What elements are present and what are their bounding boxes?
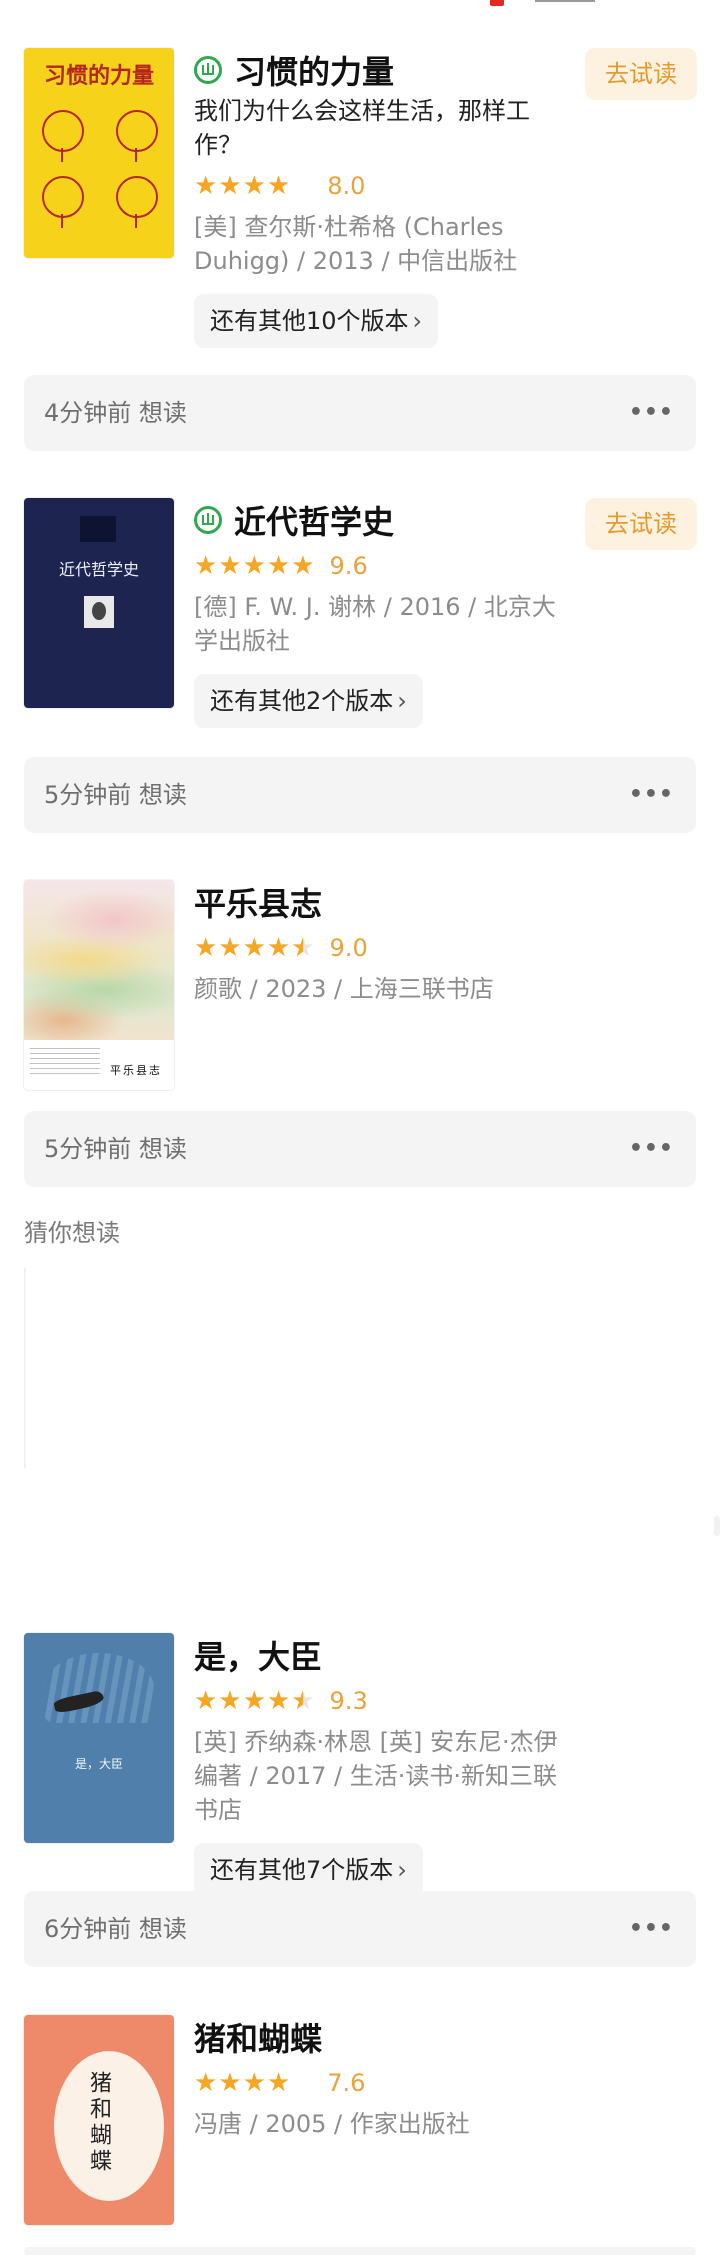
wheel-icon	[42, 176, 84, 228]
more-options-icon[interactable]: •••	[629, 1111, 674, 1187]
book-cover[interactable]: 猪和蝴蝶	[24, 2015, 174, 2225]
status-text: 6分钟前 想读	[44, 1915, 187, 1943]
rating-score: 9.0	[329, 934, 368, 962]
chevron-right-icon: ›	[412, 307, 423, 335]
status-text: 5分钟前 想读	[44, 781, 187, 809]
rating-score: 7.6	[327, 2069, 366, 2097]
rating-score: 9.3	[329, 1687, 368, 1715]
ebook-icon	[194, 56, 222, 84]
brand-mark-icon	[490, 0, 504, 6]
portrait-image	[84, 596, 114, 628]
header-fragment	[535, 0, 595, 2]
book-meta: 颜歌 / 2023 / 上海三联书店	[194, 975, 494, 1003]
book-meta: [德] F. W. J. 谢林 / 2016 / 北京大学出版社	[194, 593, 556, 655]
cover-artwork	[44, 1653, 154, 1723]
status-bar: 4分钟前 想读 •••	[24, 375, 696, 451]
section-heading: 猜你想读	[24, 1219, 120, 1247]
other-versions-button[interactable]: 还有其他7个版本 ›	[194, 1843, 423, 1897]
status-bar: 5分钟前 想读 •••	[24, 1111, 696, 1187]
status-text: 4分钟前 想读	[44, 399, 187, 427]
status-bar: 6分钟前 想读 •••	[24, 1891, 696, 1967]
carousel-edge	[24, 1268, 30, 1468]
cover-emblem	[80, 516, 116, 542]
book-cover[interactable]: 近代哲学史	[24, 498, 174, 708]
more-options-icon[interactable]: •••	[629, 1891, 674, 1967]
book-title[interactable]: 是，大臣	[194, 1632, 322, 1678]
carousel-edge	[714, 1516, 720, 1536]
book-cover[interactable]: 是，大臣	[24, 1633, 174, 1843]
rating-stars: ★★★★	[194, 2068, 292, 2098]
rating-score: 9.6	[329, 552, 368, 580]
cover-title: 习惯的力量	[43, 63, 154, 89]
wheel-icon	[116, 176, 158, 228]
cover-title: 近代哲学史	[58, 560, 139, 579]
ebook-icon	[194, 506, 222, 534]
cover-title: 平乐县志	[110, 1064, 162, 1077]
versions-label: 还有其他7个版本	[210, 1856, 394, 1884]
cover-title: 是，大臣	[74, 1757, 123, 1771]
versions-label: 还有其他2个版本	[210, 687, 394, 715]
other-versions-button[interactable]: 还有其他2个版本 ›	[194, 674, 423, 728]
wheel-icon	[116, 110, 158, 162]
status-bar: 5分钟前 想读 •••	[24, 757, 696, 833]
book-cover[interactable]: 平乐县志	[24, 880, 174, 1090]
other-versions-button[interactable]: 还有其他10个版本 ›	[194, 294, 439, 348]
top-bar-partial	[0, 0, 720, 10]
book-meta: [英] 乔纳森·林恩 [英] 安东尼·杰伊 编著 / 2017 / 生活·读书·…	[194, 1728, 558, 1824]
cover-text-lines	[30, 1048, 100, 1078]
more-options-icon[interactable]: •••	[629, 757, 674, 833]
book-cover[interactable]: 习惯的力量	[24, 48, 174, 258]
wheel-icon	[42, 110, 84, 162]
rating-stars: ★★★★	[194, 171, 292, 201]
cover-artwork	[24, 880, 174, 1040]
chevron-right-icon: ›	[397, 1856, 407, 1884]
rating-stars: ★★★★★	[194, 551, 316, 581]
rating-stars: ★★★★★	[194, 1686, 316, 1716]
book-title[interactable]: 平乐县志	[194, 879, 322, 925]
more-options-icon[interactable]: •••	[629, 375, 674, 451]
cover-title: 猪和蝴蝶	[86, 2071, 111, 2175]
try-read-button[interactable]: 去试读	[585, 48, 697, 100]
book-title[interactable]: 近代哲学史	[234, 497, 394, 543]
rating-stars: ★★★★★	[194, 933, 316, 963]
status-bar-partial	[24, 2247, 696, 2255]
try-read-button[interactable]: 去试读	[585, 498, 697, 550]
book-title[interactable]: 习惯的力量	[234, 47, 394, 93]
rating-score: 8.0	[327, 172, 366, 200]
book-title[interactable]: 猪和蝴蝶	[194, 2014, 322, 2060]
book-meta: [美] 查尔斯·杜希格 (Charles Duhigg) / 2013 / 中信…	[194, 213, 518, 275]
book-meta: 冯唐 / 2005 / 作家出版社	[194, 2110, 470, 2138]
status-text: 5分钟前 想读	[44, 1135, 187, 1163]
versions-label: 还有其他10个版本	[210, 307, 409, 335]
book-subtitle: 我们为什么会这样生活，那样工作？	[194, 97, 530, 159]
chevron-right-icon: ›	[397, 687, 407, 715]
